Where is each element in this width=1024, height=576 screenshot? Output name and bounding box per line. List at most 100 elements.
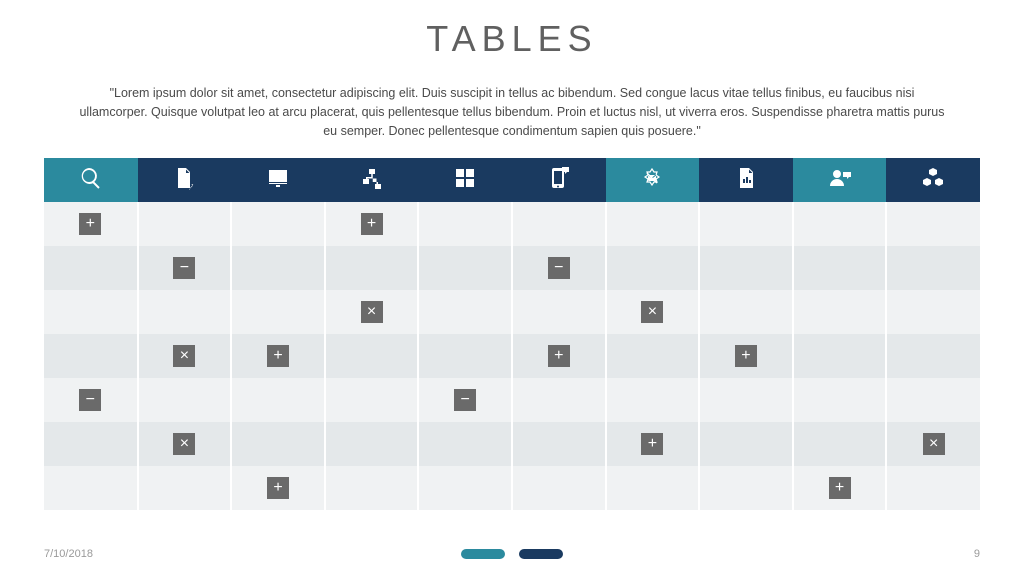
col-cubes — [886, 158, 980, 202]
table-cell — [138, 422, 232, 466]
table-row — [44, 378, 980, 422]
table-cell — [325, 290, 419, 334]
table-cell — [512, 422, 606, 466]
plus-mark — [829, 477, 851, 499]
bar-chart-doc-icon — [734, 177, 758, 194]
table-cell — [44, 334, 138, 378]
col-personchat — [793, 158, 887, 202]
no-mail-icon — [640, 177, 664, 194]
table-cell — [793, 290, 887, 334]
page-title: TABLES — [44, 18, 980, 60]
plus-mark — [548, 345, 570, 367]
table-row — [44, 290, 980, 334]
cross-mark — [641, 301, 663, 323]
table-cell — [606, 466, 700, 510]
table-cell — [886, 466, 980, 510]
table-cell — [886, 290, 980, 334]
table-cell — [699, 422, 793, 466]
table-row — [44, 202, 980, 246]
dot-teal — [461, 549, 505, 559]
table-cell — [793, 466, 887, 510]
minus-mark — [173, 257, 195, 279]
footer-page: 9 — [974, 548, 980, 560]
table-cell — [325, 378, 419, 422]
table-cell — [512, 378, 606, 422]
document-pencil-icon — [172, 177, 196, 194]
table-cell — [793, 422, 887, 466]
slide: TABLES "Lorem ipsum dolor sit amet, cons… — [0, 0, 1024, 576]
minus-mark — [548, 257, 570, 279]
minus-mark — [454, 389, 476, 411]
table-cell — [325, 422, 419, 466]
table-cell — [231, 422, 325, 466]
cross-mark — [923, 433, 945, 455]
table-cell — [699, 290, 793, 334]
table-cell — [699, 334, 793, 378]
table-row — [44, 466, 980, 510]
table-cell — [606, 334, 700, 378]
table-cell — [418, 202, 512, 246]
monitor-icon — [266, 177, 290, 194]
table-row — [44, 334, 980, 378]
table-cell — [418, 378, 512, 422]
table-cell — [512, 334, 606, 378]
table-cell — [44, 466, 138, 510]
table-header-row — [44, 158, 980, 202]
col-mobile — [512, 158, 606, 202]
table-cell — [138, 246, 232, 290]
data-table — [44, 158, 980, 510]
table-cell — [44, 378, 138, 422]
table-cell — [138, 378, 232, 422]
footer-date: 7/10/2018 — [44, 548, 93, 560]
table-cell — [699, 378, 793, 422]
plus-mark — [641, 433, 663, 455]
cubes-icon — [921, 177, 945, 194]
plus-mark — [79, 213, 101, 235]
table-cell — [231, 378, 325, 422]
plus-mark — [361, 213, 383, 235]
table-cell — [793, 334, 887, 378]
table-cell — [793, 246, 887, 290]
table-cell — [231, 202, 325, 246]
cross-mark — [173, 433, 195, 455]
table-cell — [231, 334, 325, 378]
table-cell — [138, 290, 232, 334]
dot-navy — [519, 549, 563, 559]
table-cell — [606, 290, 700, 334]
table-cell — [418, 466, 512, 510]
plus-mark — [267, 345, 289, 367]
table-cell — [606, 378, 700, 422]
table-cell — [138, 334, 232, 378]
table-cell — [231, 246, 325, 290]
mobile-chat-icon — [547, 177, 571, 194]
col-chartdoc — [699, 158, 793, 202]
plus-mark — [267, 477, 289, 499]
table-cell — [44, 202, 138, 246]
table-cell — [138, 202, 232, 246]
table-cell — [512, 466, 606, 510]
table-cell — [886, 202, 980, 246]
table-cell — [44, 422, 138, 466]
table-cell — [418, 290, 512, 334]
table-cell — [418, 246, 512, 290]
col-document — [138, 158, 232, 202]
table-cell — [512, 290, 606, 334]
table-cell — [512, 246, 606, 290]
table-cell — [418, 334, 512, 378]
table-cell — [699, 466, 793, 510]
table-cell — [231, 290, 325, 334]
col-grid — [418, 158, 512, 202]
table-cell — [886, 334, 980, 378]
table-cell — [886, 422, 980, 466]
table-cell — [606, 246, 700, 290]
minus-mark — [79, 389, 101, 411]
table-cell — [886, 378, 980, 422]
table-cell — [325, 246, 419, 290]
col-nomail — [606, 158, 700, 202]
table-cell — [793, 378, 887, 422]
table-cell — [699, 246, 793, 290]
table-row — [44, 422, 980, 466]
table-cell — [138, 466, 232, 510]
table-cell — [606, 422, 700, 466]
col-search — [44, 158, 138, 202]
